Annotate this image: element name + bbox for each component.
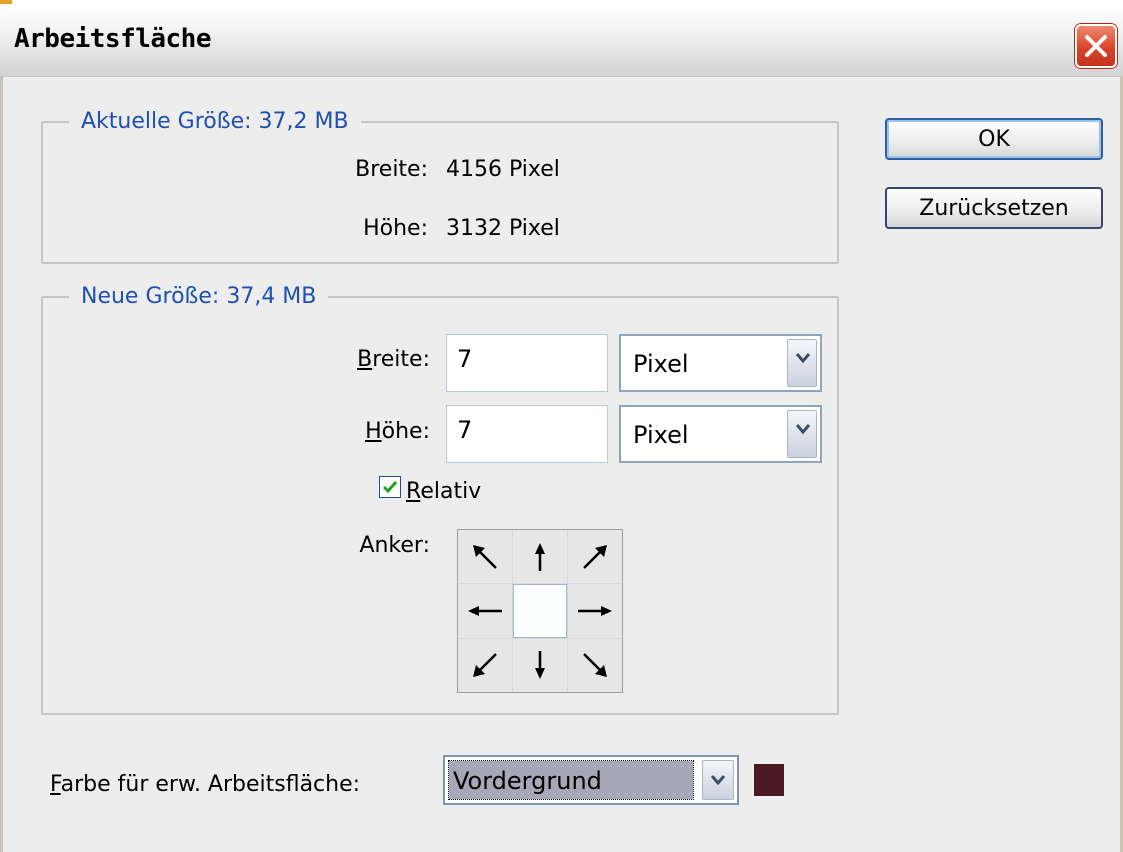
anchor-center[interactable] [513, 584, 567, 638]
extension-color-select[interactable]: Vordergrund [443, 755, 739, 805]
new-height-label-mnemonic: H [365, 419, 382, 444]
reset-button[interactable]: Zurücksetzen [885, 187, 1103, 229]
relative-label-mnemonic: R [406, 479, 421, 504]
relative-label[interactable]: Relativ [406, 479, 481, 504]
anchor-top-right[interactable] [568, 530, 622, 584]
extension-color-dropdown-button[interactable] [702, 760, 734, 800]
width-unit-dropdown-button[interactable] [787, 339, 817, 387]
arrow-left-icon [468, 605, 502, 616]
relative-label-text: elativ [420, 479, 482, 504]
height-unit-value: Pixel [633, 421, 689, 449]
chevron-down-icon [710, 775, 726, 786]
new-width-label-text: reite: [372, 347, 430, 372]
current-width-label: Breite: [355, 157, 428, 182]
dialog-title: Arbeitsfläche [14, 24, 212, 54]
arrow-up-right-icon [583, 544, 607, 569]
anchor-label: Anker: [359, 533, 430, 558]
arrow-down-right-icon [583, 653, 607, 678]
width-unit-value: Pixel [633, 350, 689, 378]
checkmark-icon [382, 481, 398, 494]
anchor-bottom[interactable] [513, 638, 567, 692]
chevron-down-icon [795, 424, 811, 435]
current-height-value: 3132 Pixel [446, 216, 560, 241]
chevron-down-icon [795, 353, 811, 364]
arrow-right-icon [578, 605, 612, 616]
extension-color-label: Farbe für erw. Arbeitsfläche: [50, 772, 360, 797]
anchor-grid [457, 529, 623, 693]
current-width-value: 4156 Pixel [446, 157, 560, 182]
extension-color-label-text: arbe für erw. Arbeitsfläche: [60, 772, 361, 797]
extension-color-label-mnemonic: F [50, 772, 61, 797]
anchor-left[interactable] [458, 584, 512, 638]
anchor-bottom-right[interactable] [568, 638, 622, 692]
arrow-up-icon [535, 542, 545, 571]
current-size-legend: Aktuelle Größe: 37,2 MB [81, 109, 349, 134]
new-height-label: Höhe: [300, 419, 430, 444]
title-bar[interactable]: Arbeitsfläche [0, 4, 1123, 77]
new-width-input[interactable]: 7 [446, 334, 608, 392]
close-button[interactable] [1075, 24, 1117, 68]
extension-color-swatch[interactable] [754, 764, 784, 796]
new-size-legend: Neue Größe: 37,4 MB [81, 284, 317, 309]
current-height-label: Höhe: [363, 216, 428, 241]
new-height-input[interactable]: 7 [446, 405, 608, 463]
arrow-up-left-icon [473, 544, 497, 569]
extension-color-value: Vordergrund [448, 760, 694, 800]
height-unit-dropdown-button[interactable] [787, 410, 817, 458]
arrow-down-left-icon [473, 653, 497, 678]
anchor-top[interactable] [513, 530, 567, 584]
height-unit-select[interactable]: Pixel [619, 405, 822, 463]
anchor-right[interactable] [568, 584, 622, 638]
new-width-label-mnemonic: B [357, 347, 373, 372]
anchor-bottom-left[interactable] [458, 638, 512, 692]
new-width-label: Breite: [300, 347, 430, 372]
new-height-label-text: öhe: [381, 419, 430, 444]
width-unit-select[interactable]: Pixel [619, 334, 822, 392]
ok-button[interactable]: OK [885, 118, 1103, 160]
current-size-group: Aktuelle Größe: 37,2 MB [41, 108, 839, 264]
arrow-down-icon [535, 651, 545, 680]
anchor-top-left[interactable] [458, 530, 512, 584]
relative-checkbox[interactable] [379, 476, 401, 498]
